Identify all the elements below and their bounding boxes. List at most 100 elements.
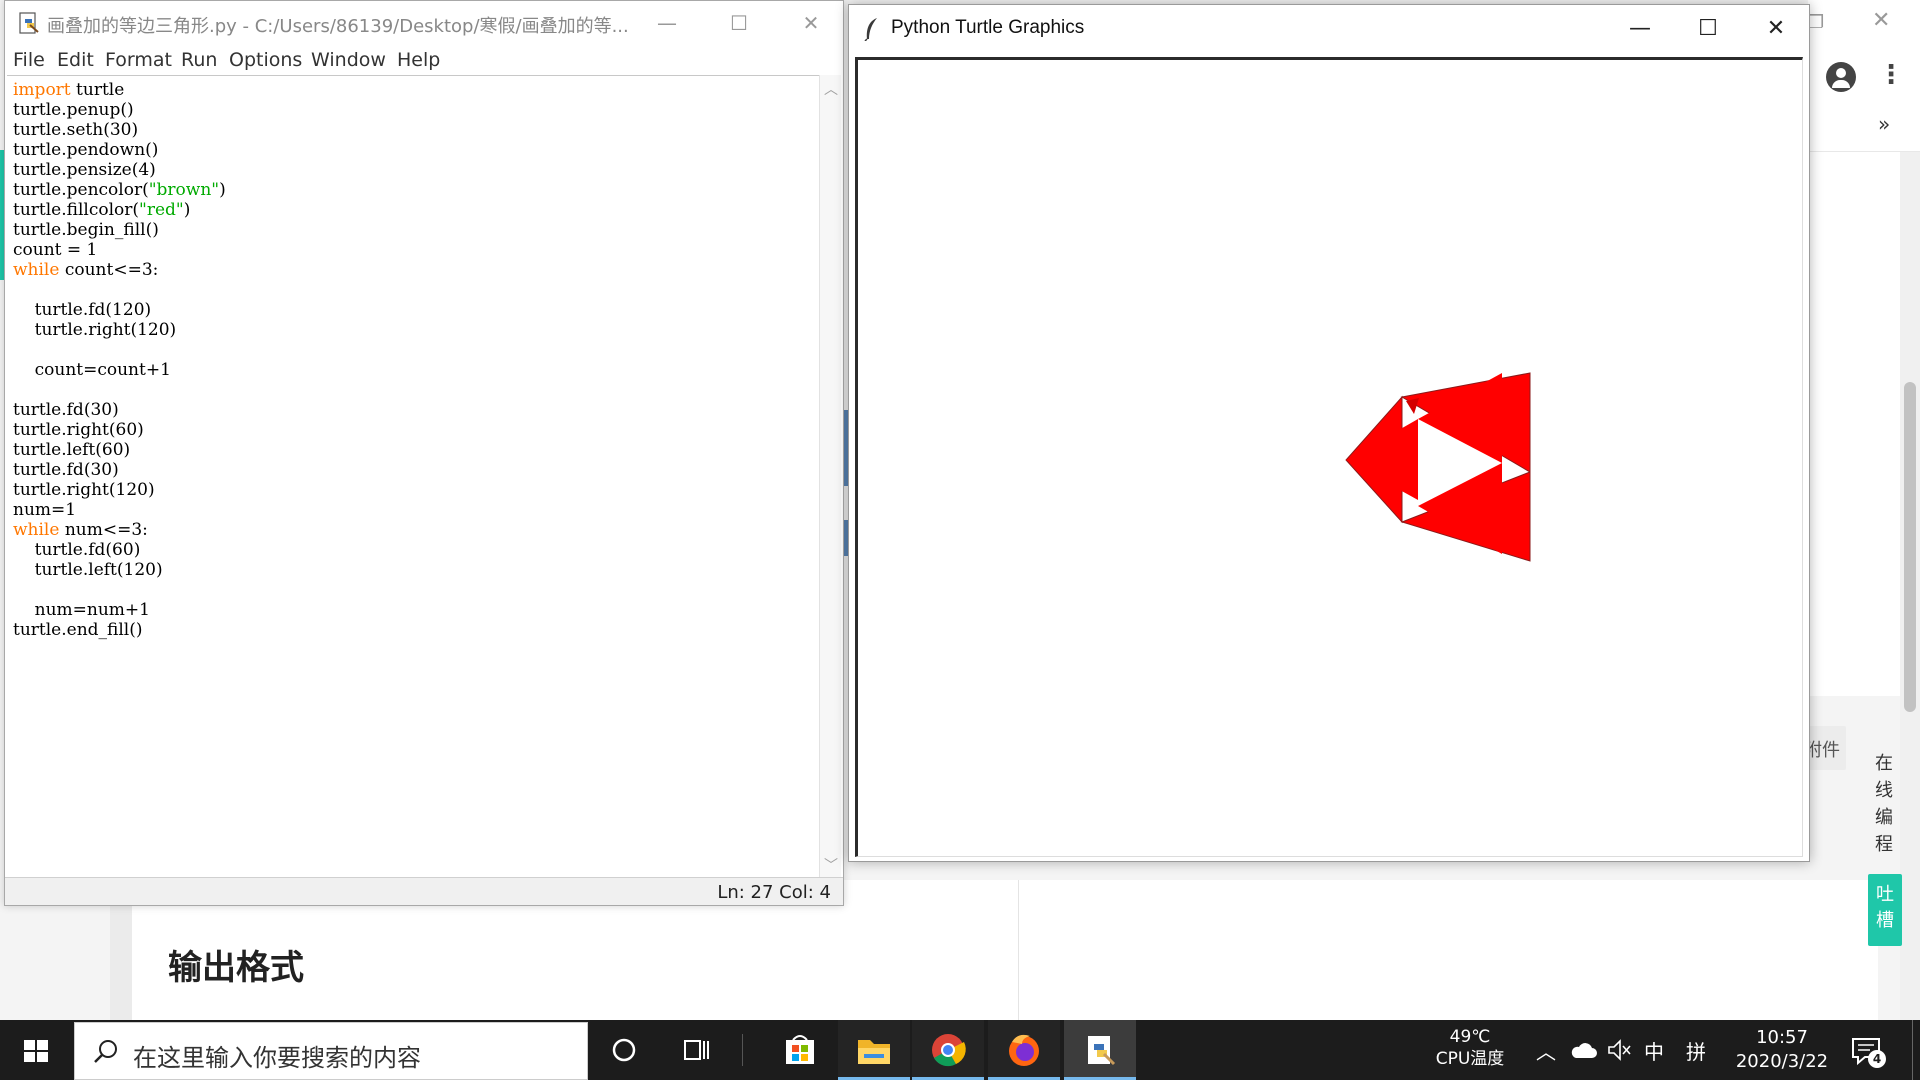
editor-scrollbar[interactable]: ︿ ﹀ xyxy=(819,75,841,877)
account-avatar-icon[interactable] xyxy=(1826,62,1856,92)
taskbar-divider xyxy=(742,1034,743,1066)
code-editor[interactable]: import turtle turtle.penup() turtle.seth(3… xyxy=(7,75,819,877)
browser-restore-button[interactable]: ❐ xyxy=(1808,12,1824,33)
feedback-button[interactable]: 吐 槽 xyxy=(1868,874,1902,946)
turtle-canvas[interactable] xyxy=(858,60,1802,856)
turtle-maximize-button[interactable]: ☐ xyxy=(1675,5,1741,53)
python-file-icon xyxy=(19,12,39,34)
chevron-double-right-icon[interactable]: » xyxy=(1878,112,1890,136)
cortana-button[interactable] xyxy=(588,1020,660,1080)
scroll-down-icon[interactable]: ﹀ xyxy=(820,855,842,875)
code-line[interactable]: turtle.end_fill() xyxy=(13,620,226,640)
code-token: turtle.seth(30) xyxy=(13,120,139,140)
task-view-button[interactable] xyxy=(660,1020,732,1080)
idle-titlebar[interactable]: 画叠加的等边三角形.py - C:/Users/86139/Desktop/寒假… xyxy=(5,1,843,45)
code-token: turtle.fd(30) xyxy=(13,400,119,420)
online-editor-char: 在 xyxy=(1875,753,1893,774)
microsoft-store-button[interactable] xyxy=(764,1020,836,1080)
code-line[interactable]: turtle.pencolor("brown") xyxy=(13,180,226,200)
browser-close-button[interactable]: ✕ xyxy=(1872,8,1890,33)
onedrive-cloud-icon[interactable] xyxy=(1570,1038,1598,1062)
turtle-minimize-button[interactable]: — xyxy=(1607,5,1673,53)
ime-language-indicator[interactable]: 中 xyxy=(1644,1036,1664,1065)
code-line[interactable] xyxy=(13,380,226,400)
menu-run[interactable]: Run xyxy=(181,49,217,71)
code-line[interactable]: while count<=3: xyxy=(13,260,226,280)
menu-help[interactable]: Help xyxy=(397,49,440,71)
menu-options[interactable]: Options xyxy=(229,49,302,71)
idle-statusbar: Ln: 27 Col: 4 xyxy=(5,877,843,905)
code-line[interactable]: turtle.right(120) xyxy=(13,480,226,500)
code-line[interactable]: turtle.right(120) xyxy=(13,320,226,340)
code-line[interactable]: turtle.fd(30) xyxy=(13,460,226,480)
code-line[interactable]: turtle.pensize(4) xyxy=(13,160,226,180)
online-editor-button[interactable]: 在 线 编 程 xyxy=(1868,750,1900,858)
code-line[interactable]: turtle.fillcolor("red") xyxy=(13,200,226,220)
code-line[interactable] xyxy=(13,340,226,360)
code-token: count = 1 xyxy=(13,240,98,260)
turtle-window-title: Python Turtle Graphics xyxy=(891,17,1085,38)
code-line[interactable]: count=count+1 xyxy=(13,360,226,380)
turtle-close-button[interactable]: ✕ xyxy=(1743,5,1809,53)
clock-time: 10:57 xyxy=(1756,1027,1808,1048)
code-token: turtle.left(120) xyxy=(13,560,163,580)
code-token: count<=3: xyxy=(59,260,159,280)
code-line[interactable]: turtle.left(120) xyxy=(13,560,226,580)
speaker-muted-icon[interactable] xyxy=(1606,1038,1632,1062)
code-line[interactable]: while num<=3: xyxy=(13,520,226,540)
code-line[interactable]: count = 1 xyxy=(13,240,226,260)
taskbar-clock[interactable]: 10:57 2020/3/22 xyxy=(1734,1026,1830,1074)
show-desktop-button[interactable] xyxy=(1912,1020,1920,1080)
firefox-button[interactable] xyxy=(988,1020,1060,1080)
code-token: turtle.fd(120) xyxy=(13,300,152,320)
menu-file[interactable]: File xyxy=(13,49,45,71)
cpu-temperature[interactable]: 49℃ CPU温度 xyxy=(1432,1026,1508,1070)
file-explorer-button[interactable] xyxy=(838,1020,910,1080)
menu-format[interactable]: Format xyxy=(105,49,172,71)
scroll-up-icon[interactable]: ︿ xyxy=(820,79,842,99)
taskbar-search-box[interactable]: 在这里输入你要搜索的内容 xyxy=(74,1022,588,1080)
code-line[interactable]: import turtle xyxy=(13,80,226,100)
folder-icon xyxy=(858,1040,890,1064)
feedback-char: 槽 xyxy=(1876,910,1894,931)
code-line[interactable]: turtle.begin_fill() xyxy=(13,220,226,240)
code-token: turtle.pensize(4) xyxy=(13,160,156,180)
idle-python-button[interactable] xyxy=(1064,1020,1136,1080)
idle-close-button[interactable]: ✕ xyxy=(783,1,839,45)
more-menu-icon[interactable]: ⋮ xyxy=(1878,60,1904,90)
code-line[interactable] xyxy=(13,280,226,300)
taskbar: 在这里输入你要搜索的内容 49℃ CPU温度 ︿ 中 拼 10:57 2020/… xyxy=(0,1020,1920,1080)
code-token: turtle.right(60) xyxy=(13,420,144,440)
chrome-icon xyxy=(932,1034,966,1067)
code-line[interactable]: num=1 xyxy=(13,500,226,520)
code-line[interactable]: turtle.fd(120) xyxy=(13,300,226,320)
idle-maximize-button[interactable]: ☐ xyxy=(711,1,767,45)
code-line[interactable]: turtle.seth(30) xyxy=(13,120,226,140)
tray-chevron-up-icon[interactable]: ︿ xyxy=(1536,1036,1556,1065)
code-line[interactable]: num=num+1 xyxy=(13,600,226,620)
code-line[interactable] xyxy=(13,580,226,600)
idle-minimize-button[interactable]: — xyxy=(639,1,695,45)
desktop: 输出格式 ❐ ✕ ⋮ » 附件 在 线 编 程 吐 槽 画叠加的等边三角形.py… xyxy=(0,0,1920,1080)
menu-window[interactable]: Window xyxy=(311,49,386,71)
menu-edit[interactable]: Edit xyxy=(57,49,94,71)
turtle-titlebar[interactable]: Python Turtle Graphics — ☐ ✕ xyxy=(849,5,1809,53)
cortana-icon xyxy=(612,1038,636,1062)
code-line[interactable]: turtle.penup() xyxy=(13,100,226,120)
code-text[interactable]: import turtle turtle.penup() turtle.seth(3… xyxy=(13,80,226,640)
firefox-icon xyxy=(1009,1034,1039,1066)
feedback-char: 吐 xyxy=(1876,884,1894,905)
idle-menubar: File Edit Format Run Options Window Help xyxy=(5,45,843,75)
code-line[interactable]: turtle.pendown() xyxy=(13,140,226,160)
ime-mode-indicator[interactable]: 拼 xyxy=(1686,1036,1706,1065)
page-scrollbar-thumb[interactable] xyxy=(1904,382,1916,712)
code-line[interactable]: turtle.left(60) xyxy=(13,440,226,460)
start-button[interactable] xyxy=(0,1020,72,1080)
code-token: count=count+1 xyxy=(13,360,171,380)
page-scrollbar[interactable] xyxy=(1900,152,1920,1020)
output-format-heading: 输出格式 xyxy=(168,948,304,988)
code-line[interactable]: turtle.fd(30) xyxy=(13,400,226,420)
code-line[interactable]: turtle.fd(60) xyxy=(13,540,226,560)
code-line[interactable]: turtle.right(60) xyxy=(13,420,226,440)
chrome-button[interactable] xyxy=(912,1020,984,1080)
